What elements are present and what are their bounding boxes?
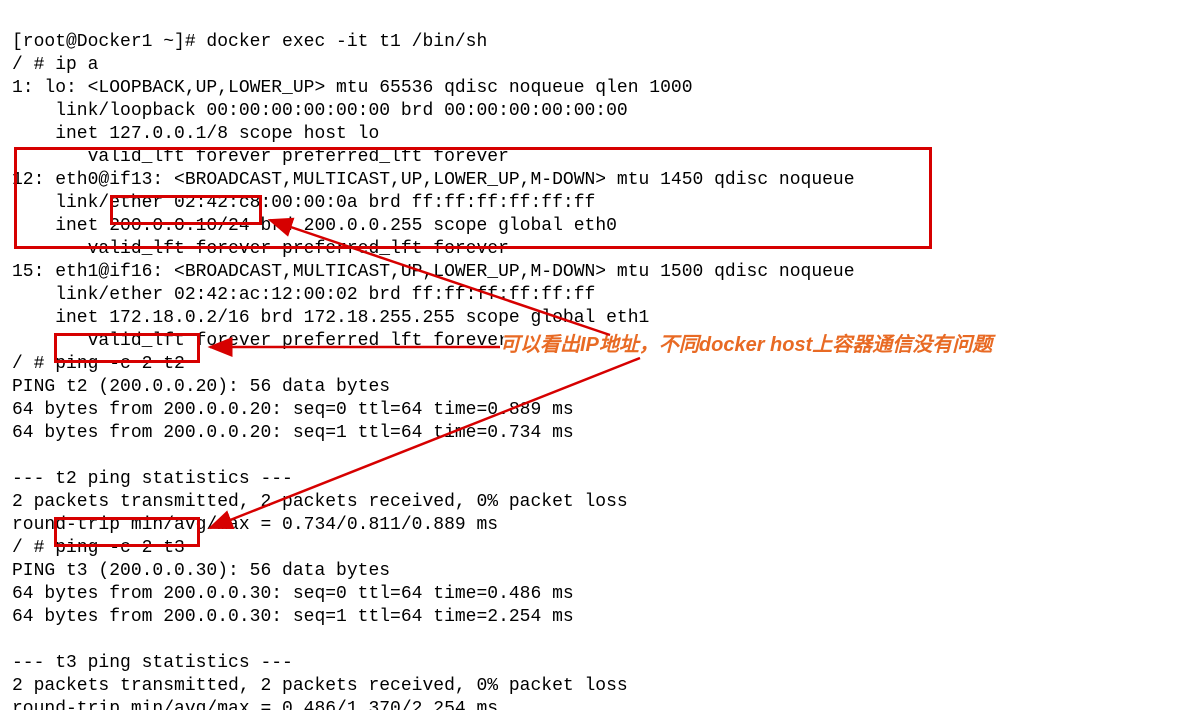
prompt-line: [root@Docker1 ~]# docker exec -it t1 /bi… xyxy=(12,32,487,52)
output-line-inet-suffix: brd 200.0.0.255 scope global eth0 xyxy=(250,216,617,236)
output-line: 64 bytes from 200.0.0.30: seq=0 ttl=64 t… xyxy=(12,584,574,604)
output-line: inet 172.18.0.2/16 brd 172.18.255.255 sc… xyxy=(12,308,649,328)
output-line: 64 bytes from 200.0.0.30: seq=1 ttl=64 t… xyxy=(12,607,574,627)
output-line: valid_lft forever preferred_lft forever xyxy=(12,239,509,259)
output-line: inet 127.0.0.1/8 scope host lo xyxy=(12,124,379,144)
output-line: round-trip min/avg/max = 0.486/1.370/2.2… xyxy=(12,699,498,710)
prompt: / # xyxy=(12,354,55,374)
output-line: valid_lft forever preferred_lft forever xyxy=(12,331,509,351)
output-line: --- t3 ping statistics --- xyxy=(12,653,293,673)
output-line: 64 bytes from 200.0.0.20: seq=1 ttl=64 t… xyxy=(12,423,574,443)
cmd-ip-a: / # ip a xyxy=(12,55,98,75)
output-line: 15: eth1@if16: <BROADCAST,MULTICAST,UP,L… xyxy=(12,262,855,282)
output-line: --- t2 ping statistics --- xyxy=(12,469,293,489)
output-line: 1: lo: <LOOPBACK,UP,LOWER_UP> mtu 65536 … xyxy=(12,78,693,98)
output-line: 2 packets transmitted, 2 packets receive… xyxy=(12,492,628,512)
output-line: 2 packets transmitted, 2 packets receive… xyxy=(12,676,628,696)
output-line-inet-prefix: inet xyxy=(12,216,109,236)
output-line: 12: eth0@if13: <BROADCAST,MULTICAST,UP,L… xyxy=(12,170,855,190)
output-line: link/loopback 00:00:00:00:00:00 brd 00:0… xyxy=(12,101,628,121)
output-line: valid_lft forever preferred_lft forever xyxy=(12,147,509,167)
output-line: link/ether 02:42:c8:00:00:0a brd ff:ff:f… xyxy=(12,193,595,213)
output-line: 64 bytes from 200.0.0.20: seq=0 ttl=64 t… xyxy=(12,400,574,420)
cmd-ping-t2: ping -c 2 t2 xyxy=(55,354,185,374)
output-line: round-trip min/avg/max = 0.734/0.811/0.8… xyxy=(12,515,498,535)
output-line: PING t3 (200.0.0.30): 56 data bytes xyxy=(12,561,390,581)
output-line: PING t2 (200.0.0.20): 56 data bytes xyxy=(12,377,390,397)
prompt: / # xyxy=(12,538,55,558)
terminal-window[interactable]: [root@Docker1 ~]# docker exec -it t1 /bi… xyxy=(0,0,1187,710)
highlight-ip-200-0-0-10: 200.0.0.10/24 xyxy=(109,216,249,236)
output-line: link/ether 02:42:ac:12:00:02 brd ff:ff:f… xyxy=(12,285,595,305)
cmd-ping-t3: ping -c 2 t3 xyxy=(55,538,185,558)
